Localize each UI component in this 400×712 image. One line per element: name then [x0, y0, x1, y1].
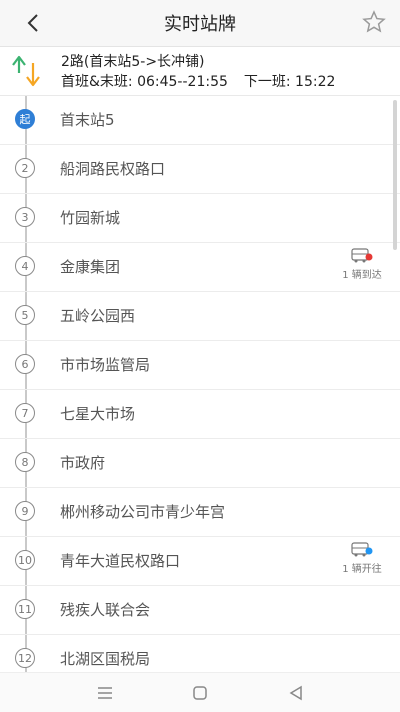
stop-number-badge: 2 — [15, 158, 35, 178]
favorite-star-icon[interactable] — [362, 10, 386, 34]
stop-number-badge: 5 — [15, 305, 35, 325]
stop-row[interactable]: 10 青年大道民权路口 1 辆开往 — [0, 537, 400, 586]
stop-row[interactable]: 起 首末站5 — [0, 96, 400, 145]
stop-number-badge: 9 — [15, 501, 35, 521]
bus-icon — [351, 542, 373, 557]
scrollbar[interactable] — [393, 100, 397, 250]
back-triangle-icon[interactable] — [286, 683, 306, 703]
stop-row[interactable]: 9 郴州移动公司市青少年宫 — [0, 488, 400, 537]
stop-row[interactable]: 12 北湖区国税局 — [0, 635, 400, 672]
back-arrow-icon[interactable] — [20, 9, 48, 37]
first-last-times: 首班&末班: 06:45--21:55 — [61, 74, 228, 90]
page-title: 实时站牌 — [164, 14, 236, 35]
home-icon[interactable] — [190, 683, 210, 703]
start-stop-badge: 起 — [15, 109, 35, 129]
stop-name: 市政府 — [60, 454, 106, 472]
bus-icon — [351, 248, 373, 263]
bus-status-label: 1 辆到达 — [342, 270, 382, 281]
route-schedule: 首班&末班: 06:45--21:55 下一班: 15:22 — [61, 71, 335, 91]
top-bar: 实时站牌 — [0, 0, 400, 47]
stop-name: 船洞路民权路口 — [60, 160, 166, 178]
stop-name: 青年大道民权路口 — [60, 552, 181, 570]
stop-row[interactable]: 8 市政府 — [0, 439, 400, 488]
route-direction-icon — [12, 55, 40, 87]
stop-row[interactable]: 3 竹园新城 — [0, 194, 400, 243]
route-info-panel: 2路(首末站5->长冲铺) 首班&末班: 06:45--21:55 下一班: 15… — [0, 47, 400, 96]
stop-name: 七星大市场 — [60, 405, 136, 423]
stop-row[interactable]: 11 残疾人联合会 — [0, 586, 400, 635]
stop-number-badge: 8 — [15, 452, 35, 472]
stop-list[interactable]: 起 首末站5 2 船洞路民权路口 3 竹园新城 4 金康集团 1 辆到达 5 五岭公园西 6 市市场监管… — [0, 96, 400, 672]
stop-number-badge: 10 — [15, 550, 35, 570]
stop-number-badge: 6 — [15, 354, 35, 374]
stop-number-badge: 4 — [15, 256, 35, 276]
bus-indicator: 1 辆到达 — [332, 248, 392, 281]
stop-name: 竹园新城 — [60, 209, 121, 227]
bus-status-label: 1 辆开往 — [342, 564, 382, 575]
stop-number-badge: 3 — [15, 207, 35, 227]
stop-name: 五岭公园西 — [60, 307, 136, 325]
stop-row[interactable]: 5 五岭公园西 — [0, 292, 400, 341]
stop-row[interactable]: 4 金康集团 1 辆到达 — [0, 243, 400, 292]
stop-row[interactable]: 7 七星大市场 — [0, 390, 400, 439]
route-name: 2路(首末站5->长冲铺) — [61, 54, 205, 70]
menu-icon[interactable] — [95, 683, 115, 703]
system-nav-bar — [0, 672, 400, 712]
stop-number-badge: 11 — [15, 599, 35, 619]
stop-name: 首末站5 — [60, 111, 115, 129]
stop-name: 郴州移动公司市青少年宫 — [60, 503, 226, 521]
stop-name: 北湖区国税局 — [60, 650, 151, 668]
bus-indicator: 1 辆开往 — [332, 542, 392, 575]
stop-number-badge: 7 — [15, 403, 35, 423]
stop-row[interactable]: 2 船洞路民权路口 — [0, 145, 400, 194]
stop-name: 金康集团 — [60, 258, 121, 276]
stop-row[interactable]: 6 市市场监管局 — [0, 341, 400, 390]
stop-number-badge: 12 — [15, 648, 35, 668]
stop-name: 残疾人联合会 — [60, 601, 151, 619]
stop-name: 市市场监管局 — [60, 356, 151, 374]
next-bus-time: 下一班: 15:22 — [243, 74, 336, 90]
